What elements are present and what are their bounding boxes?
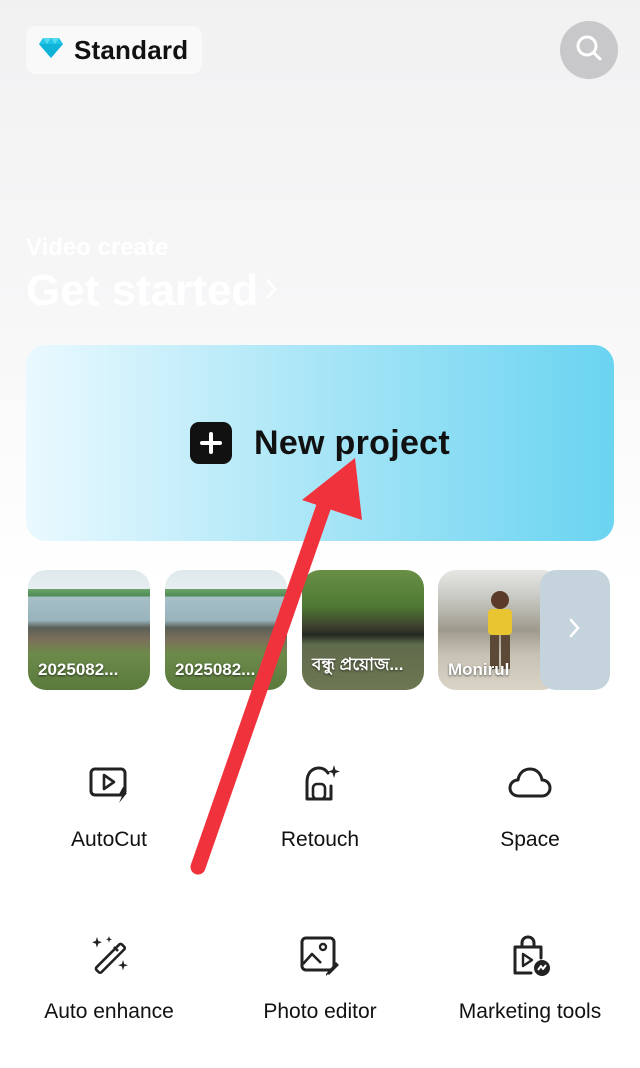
plan-label: Standard [74,34,189,65]
plan-badge[interactable]: Standard [26,26,203,74]
get-started-link[interactable]: Get started [26,266,280,316]
tool-label: Photo editor [263,1000,377,1023]
recent-project-title: 2025082... [175,660,256,679]
new-project-button[interactable]: New project [26,345,614,541]
shopping-bag-icon [430,934,630,978]
autocut-icon [9,762,209,806]
chevron-right-icon [264,276,280,307]
retouch-icon [220,762,420,806]
search-button[interactable] [560,21,618,79]
more-projects-button[interactable] [540,570,610,690]
chevron-right-icon [567,616,583,645]
tool-autocut[interactable]: AutoCut [9,762,209,852]
photo-edit-icon [220,934,420,978]
recent-project-title: বন্ধু প্রয়োজ... [312,655,404,674]
tool-photo-editor[interactable]: Photo editor [220,934,420,1024]
diamond-icon [38,37,64,64]
magic-wand-icon [9,934,209,978]
tool-label: Auto enhance [44,1000,174,1023]
tool-label: Space [500,828,560,851]
recent-project-thumbnail[interactable]: বন্ধু প্রয়োজ... [302,570,424,690]
tool-marketing-tools[interactable]: Marketing tools [430,934,630,1024]
search-icon [574,33,604,68]
plus-icon [189,422,232,464]
cloud-icon [430,762,630,806]
new-project-label: New project [253,423,450,462]
hero-subtitle: Video create [26,234,169,261]
tool-space[interactable]: Space [430,762,630,852]
tool-label: Marketing tools [458,1000,602,1023]
tool-label: AutoCut [71,828,147,851]
hero-title: Get started [26,266,259,315]
recent-project-thumbnail[interactable]: 2025082... [28,570,150,690]
tool-auto-enhance[interactable]: Auto enhance [9,934,209,1024]
recent-project-title: Monirul [448,660,510,679]
tool-retouch[interactable]: Retouch [220,762,420,852]
recent-project-thumbnail[interactable]: 2025082... [165,570,287,690]
tool-label: Retouch [280,828,360,851]
recent-project-title: 2025082... [38,660,119,679]
